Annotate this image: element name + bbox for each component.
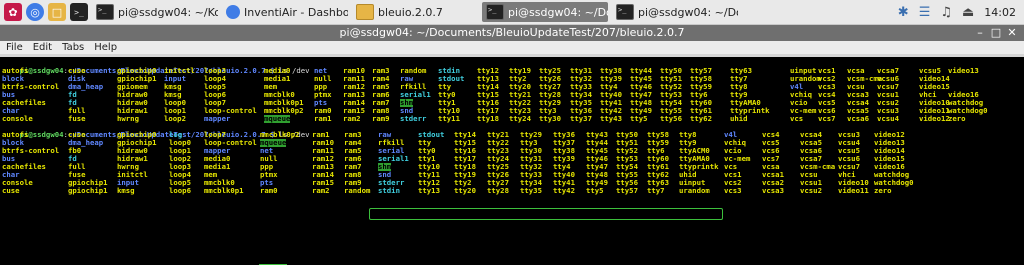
dev-entry: loop6 xyxy=(169,186,191,195)
menu-help[interactable]: Help xyxy=(90,42,121,53)
dev-entry: ram1 xyxy=(314,114,332,123)
dev-entry: hwrng xyxy=(117,114,139,123)
dev-entry: zero xyxy=(948,114,966,123)
dev-entry: vcs3 xyxy=(724,186,742,195)
task-label: bleuio.2.0.7 xyxy=(378,5,443,19)
browser-icon[interactable]: ◎ xyxy=(26,3,44,21)
menu-bar: File Edit Tabs Help xyxy=(0,41,1024,54)
dev-entry: mapper xyxy=(204,114,231,123)
dev-entry: ram9 xyxy=(372,114,390,123)
dev-entry: kmsg xyxy=(117,186,135,195)
dev-entry: vcsa3 xyxy=(762,186,784,195)
dev-entry: video13 xyxy=(948,66,979,75)
clock[interactable]: 14:02 xyxy=(984,6,1016,19)
dev-entry: video12 xyxy=(919,114,950,123)
minimize-icon[interactable]: – xyxy=(972,25,988,41)
dev-entry: tty20 xyxy=(454,186,476,195)
dev-entry: ram0 xyxy=(260,186,278,195)
window-controls: – □ ✕ xyxy=(972,25,1020,41)
dev-entry: tty18 xyxy=(477,114,499,123)
dev-entry: cuse xyxy=(2,186,20,195)
dev-entry: gpiochip1 xyxy=(68,186,108,195)
dev-entry: tty13 xyxy=(418,186,440,195)
dev-entry: vcsu2 xyxy=(800,186,822,195)
system-tray: ✱ ☰ ♫ ⏏ 14:02 xyxy=(898,0,1024,24)
dev-entry: fuse xyxy=(68,114,86,123)
dev-entry: tty5 xyxy=(630,114,648,123)
dev-entry: tty24 xyxy=(509,114,531,123)
close-icon[interactable]: ✕ xyxy=(1004,25,1020,41)
terminal-icon xyxy=(96,4,114,20)
raspberry-menu-icon[interactable]: ✿ xyxy=(4,3,22,21)
task-terminal-docu-active[interactable]: pi@ssdgw04: ~/Docu... xyxy=(482,2,608,22)
ttyacm0-highlight xyxy=(369,208,723,220)
dev-entry: ram2 xyxy=(312,186,330,195)
dev-entry: vcsa6 xyxy=(847,114,869,123)
dev-entry: mmcblk0p1 xyxy=(204,186,244,195)
task-terminal-docu[interactable]: pi@ssdgw04: ~/Docu... xyxy=(612,2,738,22)
taskbar: ✿ ◎ □ >_ pi@ssdgw04: ~/Kont... InventiAi… xyxy=(0,0,1024,25)
task-label: pi@ssdgw04: ~/Kont... xyxy=(118,5,218,19)
dev-entry: video11 xyxy=(838,186,869,195)
task-label: InventiAir - Dashboar... xyxy=(244,5,348,19)
terminal-icon[interactable]: >_ xyxy=(70,3,88,21)
terminal-icon xyxy=(486,4,504,20)
menu-tabs[interactable]: Tabs xyxy=(58,42,88,53)
terminal-icon xyxy=(616,4,634,20)
dev-entry: console xyxy=(2,114,33,123)
window-title: pi@ssdgw04: ~/Documents/BleuioUpdateTest… xyxy=(339,26,685,39)
bluetooth-icon[interactable]: ✱ xyxy=(898,5,909,20)
dev-entry: tty57 xyxy=(616,186,638,195)
dev-entry: tty62 xyxy=(690,114,712,123)
dev-entry: zero xyxy=(874,186,892,195)
dev-entry: tty11 xyxy=(438,114,460,123)
dev-entry: tty43 xyxy=(600,114,622,123)
dev-entry: tty37 xyxy=(570,114,592,123)
dev-entry: tty56 xyxy=(660,114,682,123)
dev-entry: tty42 xyxy=(553,186,575,195)
dev-entry: vcs7 xyxy=(818,114,836,123)
task-label: pi@ssdgw04: ~/Docu... xyxy=(508,5,608,19)
dev-entry: ram2 xyxy=(343,114,361,123)
dev-entry: random xyxy=(344,186,371,195)
folder-icon xyxy=(356,4,374,20)
window-titlebar[interactable]: pi@ssdgw04: ~/Documents/BleuioUpdateTest… xyxy=(0,25,1024,41)
dev-entry: stderr xyxy=(400,114,427,123)
maximize-icon[interactable]: □ xyxy=(988,25,1004,41)
volume-icon[interactable]: ♫ xyxy=(940,5,952,20)
task-label: pi@ssdgw04: ~/Docu... xyxy=(638,5,738,19)
dev-entry: tty7 xyxy=(647,186,665,195)
menu-edit[interactable]: Edit xyxy=(29,42,56,53)
wifi-icon[interactable]: ☰ xyxy=(919,5,931,20)
terminal-output[interactable]: pi@ssdgw04:~/Documents/BleuioUpdateTest/… xyxy=(0,57,1024,265)
file-manager-icon[interactable]: □ xyxy=(48,3,66,21)
eject-icon[interactable]: ⏏ xyxy=(962,5,974,20)
dev-entry: tty28 xyxy=(487,186,509,195)
task-folder-bleuio[interactable]: bleuio.2.0.7 xyxy=(352,2,478,22)
dev-entry: loop2 xyxy=(164,114,186,123)
dev-entry: tty5 xyxy=(586,186,604,195)
dev-entry: vcsu4 xyxy=(877,114,899,123)
menu-file[interactable]: File xyxy=(2,42,27,53)
dev-entry: tty30 xyxy=(539,114,561,123)
dev-entry: uhid xyxy=(730,114,748,123)
dev-entry: tty35 xyxy=(520,186,542,195)
task-terminal-kont[interactable]: pi@ssdgw04: ~/Kont... xyxy=(92,2,218,22)
dev-entry: vcs xyxy=(790,114,804,123)
dev-entry: urandom xyxy=(679,186,710,195)
task-browser-inventiair[interactable]: InventiAir - Dashboar... xyxy=(222,2,348,22)
browser-icon xyxy=(226,5,240,19)
dev-entry: mqueue xyxy=(264,114,291,123)
dev-entry: stdin xyxy=(378,186,400,195)
